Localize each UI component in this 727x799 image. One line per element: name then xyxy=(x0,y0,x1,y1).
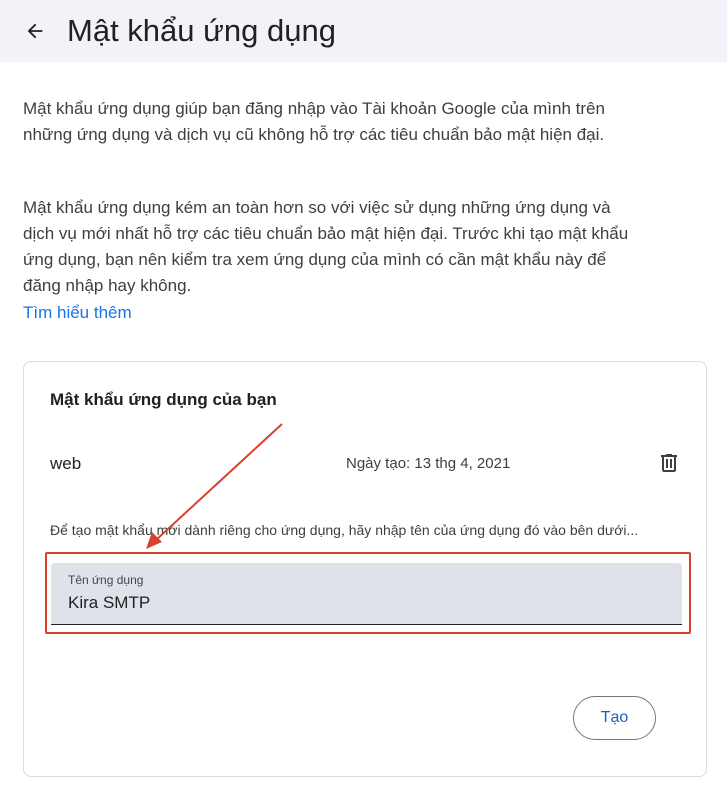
app-password-name: web xyxy=(50,454,82,473)
create-instruction: Để tạo mật khẩu mới dành riêng cho ứng d… xyxy=(50,522,639,538)
back-button[interactable] xyxy=(20,16,50,46)
card-title: Mật khẩu ứng dụng của bạn xyxy=(50,390,277,409)
arrow-left-icon xyxy=(27,23,43,39)
create-button[interactable]: Tạo xyxy=(573,696,656,740)
learn-more-link[interactable]: Tìm hiểu thêm xyxy=(23,300,132,326)
intro-paragraph-2: Mật khẩu ứng dụng kém an toàn hơn so với… xyxy=(23,198,629,295)
trash-icon xyxy=(661,454,677,472)
app-password-created-date: Ngày tạo: 13 thg 4, 2021 xyxy=(346,455,511,472)
page-header: Mật khẩu ứng dụng xyxy=(0,0,727,62)
intro-paragraph-1: Mật khẩu ứng dụng giúp bạn đăng nhập vào… xyxy=(23,99,605,144)
annotation-highlight-box xyxy=(45,552,691,634)
delete-app-password-button[interactable] xyxy=(655,449,683,477)
page-title: Mật khẩu ứng dụng xyxy=(67,13,336,48)
